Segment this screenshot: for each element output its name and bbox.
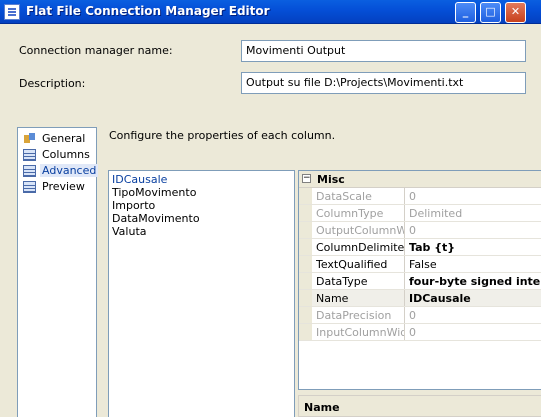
property-name: ColumnDelimiter [316, 241, 404, 254]
property-name: OutputColumnWid [316, 224, 404, 237]
instruction-text: Configure the properties of each column. [109, 129, 336, 142]
property-row-textqualified[interactable]: TextQualified False [299, 256, 541, 273]
nav-item-general[interactable]: General [23, 131, 87, 146]
nav-item-label: Columns [42, 148, 90, 161]
property-value[interactable]: four-byte signed inte [409, 275, 541, 288]
property-row-columndelimiter[interactable]: ColumnDelimiter Tab {t} [299, 239, 541, 256]
nav-item-advanced[interactable]: Advanced [23, 163, 99, 178]
category-header-misc[interactable]: − Misc [299, 171, 541, 188]
description-label: Description: [19, 77, 86, 90]
property-value: 0 [409, 309, 416, 322]
property-value[interactable]: IDCausale [409, 292, 541, 305]
app-icon [4, 4, 20, 20]
columns-icon [23, 148, 36, 161]
nav-item-preview[interactable]: Preview [23, 179, 87, 194]
property-name: ColumnType [316, 207, 384, 220]
title-bar[interactable]: Flat File Connection Manager Editor _ □ … [0, 0, 541, 24]
property-value: Delimited [409, 207, 463, 220]
property-value: 0 [409, 190, 416, 203]
property-name: InputColumnWidth [316, 326, 404, 339]
collapse-icon[interactable]: − [302, 174, 311, 183]
property-value: 0 [409, 224, 416, 237]
property-name: DataPrecision [316, 309, 392, 322]
property-name: TextQualified [316, 258, 388, 271]
category-label: Misc [317, 173, 345, 186]
general-icon [23, 132, 36, 145]
window-title: Flat File Connection Manager Editor [26, 4, 270, 18]
property-row-columntype[interactable]: ColumnType Delimited [299, 205, 541, 222]
property-grid: − Misc DataScale 0 ColumnType Delimited Ou… [298, 170, 541, 390]
name-field[interactable]: Movimenti Output [241, 40, 526, 62]
description-field[interactable]: Output su file D:\Projects\Movimenti.txt [241, 72, 526, 94]
column-list[interactable]: IDCausale TipoMovimento Importo DataMovi… [108, 170, 295, 417]
property-name: Name [316, 292, 404, 305]
page-navigation: General Columns Advanced Preview [17, 127, 99, 417]
column-item-datamovimento[interactable]: DataMovimento [112, 212, 200, 225]
preview-icon [23, 180, 36, 193]
nav-item-label: General [42, 132, 86, 145]
close-button[interactable]: ✕ [505, 2, 526, 23]
property-row-inputcolumnwidth[interactable]: InputColumnWidth 0 [299, 324, 541, 341]
property-value[interactable]: Tab {t} [409, 241, 541, 254]
description-title: Name [304, 401, 340, 414]
column-item-tipomovimento[interactable]: TipoMovimento [112, 186, 196, 199]
property-name: DataScale [316, 190, 372, 203]
property-value: 0 [409, 326, 416, 339]
name-label: Connection manager name: [19, 44, 173, 57]
property-name: DataType [316, 275, 368, 288]
property-row-name[interactable]: Name IDCausale [299, 290, 541, 307]
property-row-datascale[interactable]: DataScale 0 [299, 188, 541, 205]
property-row-dataprecision[interactable]: DataPrecision 0 [299, 307, 541, 324]
nav-item-columns[interactable]: Columns [23, 147, 92, 162]
advanced-icon [23, 164, 36, 177]
column-item-importo[interactable]: Importo [112, 199, 155, 212]
property-row-datatype[interactable]: DataType four-byte signed inte [299, 273, 541, 290]
column-item-valuta[interactable]: Valuta [112, 225, 147, 238]
nav-item-label: Preview [42, 180, 85, 193]
property-value[interactable]: False [409, 258, 541, 271]
property-row-outputcolumnwidth[interactable]: OutputColumnWid 0 [299, 222, 541, 239]
minimize-button[interactable]: _ [455, 2, 476, 23]
nav-item-label: Advanced [40, 164, 99, 177]
property-description-panel: Name [298, 395, 541, 417]
column-item-idcausale[interactable]: IDCausale [112, 173, 167, 186]
maximize-button[interactable]: □ [480, 2, 501, 23]
